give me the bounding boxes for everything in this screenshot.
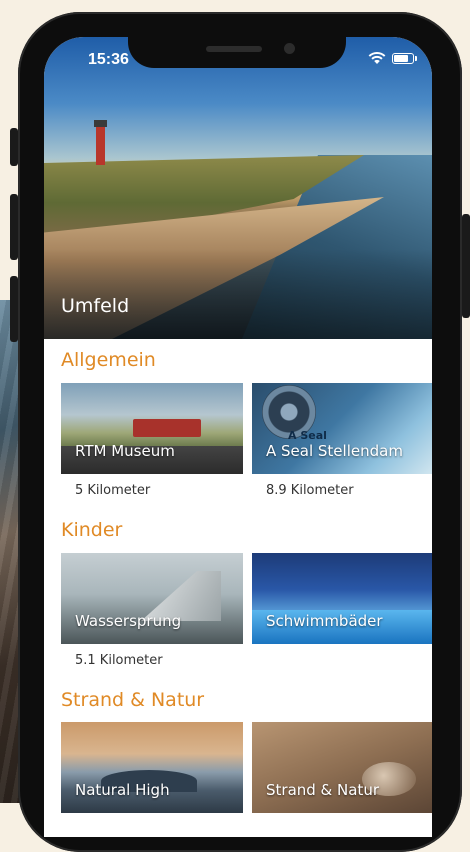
card-a-seal-stellendam[interactable]: A Seal A Seal Stellendam xyxy=(252,383,432,474)
seal-logo: A Seal xyxy=(288,429,327,442)
phone-notch xyxy=(128,30,346,68)
train-image xyxy=(133,419,201,437)
speaker-grille xyxy=(206,46,262,52)
card-strand-natur[interactable]: Strand & Natur xyxy=(252,722,432,813)
card-wassersprung[interactable]: Wassersprung xyxy=(61,553,243,644)
hero-lighthouse xyxy=(94,120,107,165)
section-title-kinder: Kinder xyxy=(61,519,123,541)
card-rtm-museum[interactable]: RTM Museum xyxy=(61,383,243,474)
card-label: Wassersprung xyxy=(75,612,182,630)
card-label: Natural High xyxy=(75,781,170,799)
mute-switch xyxy=(10,128,18,166)
volume-up-button xyxy=(10,194,18,260)
card-distance: 5 Kilometer xyxy=(75,483,151,498)
volume-down-button xyxy=(10,276,18,342)
card-label: Strand & Natur xyxy=(266,781,379,799)
card-distance: 8.9 Kilometer xyxy=(266,483,354,498)
card-label: RTM Museum xyxy=(75,442,175,460)
card-label: Schwimmbäder xyxy=(266,612,383,630)
front-camera xyxy=(284,43,295,54)
hero-image: Umfeld xyxy=(44,37,432,339)
wifi-icon xyxy=(368,51,386,64)
page-title: Umfeld xyxy=(61,295,130,317)
card-label: A Seal Stellendam xyxy=(266,442,403,460)
card-distance: 5.1 Kilometer xyxy=(75,653,163,668)
battery-icon xyxy=(392,52,417,64)
hero-shade xyxy=(44,249,432,339)
section-title-strand-natur: Strand & Natur xyxy=(61,689,205,711)
section-title-allgemein: Allgemein xyxy=(61,349,156,371)
card-schwimmbaeder[interactable]: Schwimmbäder xyxy=(252,553,432,644)
status-icons xyxy=(368,51,417,65)
card-natural-high[interactable]: Natural High xyxy=(61,722,243,813)
status-time: 15:36 xyxy=(88,51,129,68)
phone-screen: Umfeld 15:36 Allgemein RTM Museum A Seal… xyxy=(44,37,432,837)
power-button xyxy=(462,214,470,318)
